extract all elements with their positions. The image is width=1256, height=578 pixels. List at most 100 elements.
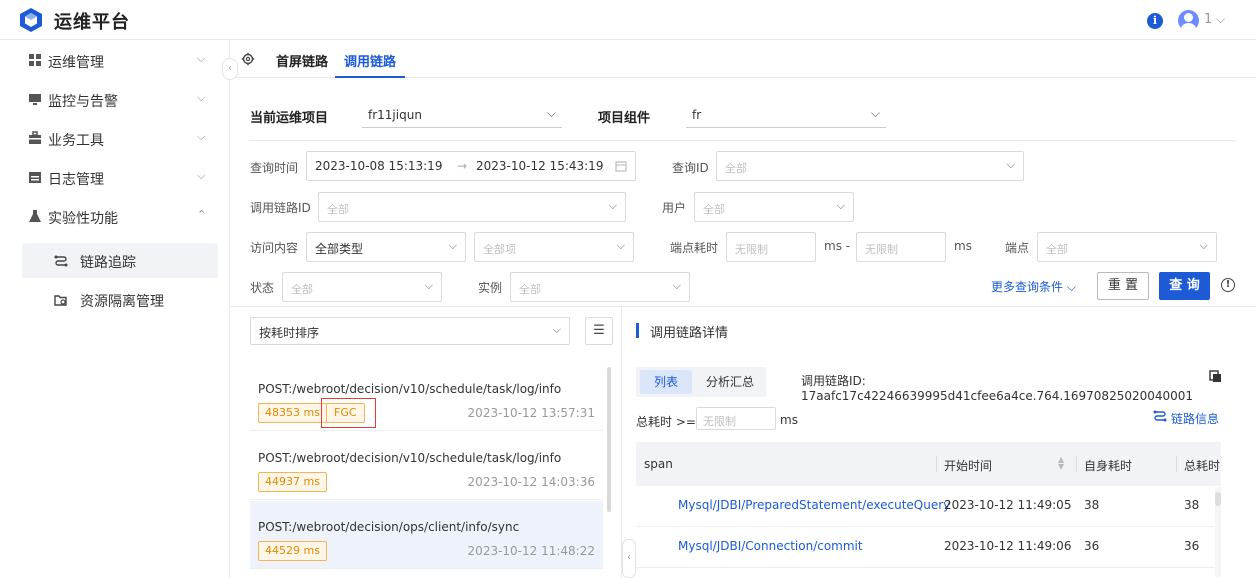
project-value: fr11jiqun: [368, 108, 422, 122]
list-item[interactable]: POST:/webroot/decision/v10/schedule/task…: [250, 432, 603, 500]
sort-order-button[interactable]: ☰: [585, 317, 613, 345]
placeholder: 全部: [703, 203, 725, 216]
endpoint-select[interactable]: 全部 ⌵: [1037, 232, 1217, 262]
chevron-down-icon[interactable]: ⌵: [1216, 12, 1225, 27]
table-row[interactable]: Mysql/JDBI/Connection/commit 2023-10-12 …: [636, 527, 1221, 568]
query-button[interactable]: 查 询: [1159, 272, 1210, 300]
active-tab-indicator: [335, 76, 405, 78]
list-scrollbar[interactable]: [607, 367, 611, 512]
ms-label: ms: [954, 239, 972, 253]
calendar-icon: [29, 172, 41, 183]
total-cost-cell: 36: [1184, 539, 1200, 553]
column-header-total: 总耗时: [1184, 459, 1221, 473]
span-table: span 开始时间 ▲ ▼ 自身耗时 总耗时 Mysql/JDBI/Prepare…: [636, 442, 1221, 578]
sidebar-item-label: 实验性功能: [48, 211, 118, 227]
component-select[interactable]: fr ⌵: [686, 102, 886, 128]
gear-icon[interactable]: [241, 52, 255, 66]
help-icon[interactable]: !: [1221, 278, 1235, 292]
query-id-select[interactable]: 全部 ⌵: [716, 151, 1024, 181]
chevron-down-icon: ⌵: [424, 279, 433, 292]
link-info-button[interactable]: 链路信息: [1171, 410, 1219, 427]
info-icon[interactable]: i: [1147, 13, 1163, 29]
request-time: 2023-10-12 14:03:36: [467, 475, 595, 489]
route-icon[interactable]: [1153, 409, 1167, 423]
sidebar: 运维管理 ⌵ 监控与告警 ⌵ 业务工具 ⌵ 日志管理 ⌵ 实验性功能 ⌃ 链路追…: [0, 40, 230, 578]
status-label: 状态: [250, 281, 275, 295]
user-count: 1: [1204, 12, 1213, 27]
placeholder: 无限制: [703, 415, 736, 428]
column-header-self: 自身耗时: [1084, 459, 1133, 473]
logo-cube-icon: [20, 8, 42, 32]
view-switch: 列表 分析汇总: [636, 367, 766, 397]
chevron-up-icon: ⌃: [197, 208, 207, 221]
trace-id-select[interactable]: 全部 ⌵: [318, 192, 626, 222]
access-type-select[interactable]: 全部类型 ⌵: [306, 232, 466, 262]
sidebar-subitem-trace[interactable]: 链路追踪: [22, 243, 218, 278]
instance-select[interactable]: 全部 ⌵: [510, 272, 690, 302]
column-divider: [1176, 456, 1177, 472]
trace-id-text: 调用链路ID: 17aafc17c42246639995d41cfee6a4ce…: [801, 374, 1194, 403]
status-select[interactable]: 全部 ⌵: [282, 272, 442, 302]
endpoint-cost-label: 端点耗时: [670, 241, 719, 255]
access-label: 访问内容: [250, 241, 299, 255]
grid-icon: [29, 54, 41, 66]
monitor-icon: [29, 94, 41, 105]
total-cost-input[interactable]: 无限制: [696, 407, 776, 430]
time-end: 2023-10-12 15:43:19: [476, 159, 604, 173]
chevron-down-icon: ⌵: [546, 106, 556, 120]
list-item[interactable]: POST:/webroot/decision/v10/schedule/task…: [250, 363, 603, 431]
span-link[interactable]: Mysql/JDBI/PreparedStatement/executeQuer…: [678, 498, 950, 512]
tab-call-trace[interactable]: 调用链路: [344, 51, 396, 70]
arrow-right-icon: →: [457, 159, 468, 173]
copy-icon[interactable]: [1209, 370, 1222, 383]
total-cost-label: 总耗时 >=: [636, 415, 696, 429]
calendar-icon: [615, 161, 627, 172]
reset-button[interactable]: 重 置: [1097, 272, 1149, 300]
component-label: 项目组件: [598, 111, 651, 126]
column-header-start[interactable]: 开始时间: [944, 457, 992, 474]
time-range-picker[interactable]: 2023-10-08 15:13:19 → 2023-10-12 15:43:1…: [306, 151, 636, 181]
user-select[interactable]: 全部 ⌵: [694, 192, 854, 222]
access-type-value: 全部类型: [315, 242, 364, 256]
endpoint-cost-min-input[interactable]: 无限制: [726, 232, 816, 262]
more-filters-link[interactable]: 更多查询条件 ⌵: [991, 278, 1076, 295]
start-time-cell: 2023-10-12 11:49:06: [944, 539, 1072, 553]
divider: [621, 307, 622, 578]
total-cost-cell: 38: [1184, 498, 1200, 512]
access-item-select[interactable]: 全部项 ⌵: [474, 232, 634, 262]
placeholder: 全部: [519, 283, 541, 296]
sort-value: 按耗时排序: [259, 326, 320, 340]
chevron-down-icon: ⌵: [616, 239, 625, 252]
panel-collapse-button[interactable]: ‹: [622, 539, 636, 578]
tab-summary[interactable]: 分析汇总: [706, 373, 754, 390]
project-select[interactable]: fr11jiqun ⌵: [362, 102, 562, 128]
flask-icon: [29, 210, 41, 222]
sort-select[interactable]: 按耗时排序 ⌵: [250, 317, 570, 345]
sidebar-item-experimental[interactable]: 实验性功能 ⌃: [0, 197, 230, 236]
sidebar-subitem-resource-isolation[interactable]: 资源隔离管理: [22, 282, 218, 317]
span-link[interactable]: Mysql/JDBI/Connection/commit: [678, 539, 863, 553]
divider: [249, 140, 1236, 141]
time-start: 2023-10-08 15:13:19: [315, 159, 443, 173]
sidebar-item-ops[interactable]: 运维管理 ⌵: [0, 41, 230, 80]
self-cost-cell: 38: [1084, 498, 1100, 512]
endpoint-cost-max-input[interactable]: 无限制: [856, 232, 946, 262]
detail-title: 调用链路详情: [650, 326, 729, 341]
table-scrollbar[interactable]: [1215, 487, 1221, 577]
table-row[interactable]: Mysql/JDBI/PreparedStatement/executeQuer…: [636, 486, 1221, 527]
chevron-down-icon: ⌵: [672, 279, 681, 292]
user-label: 用户: [662, 201, 687, 215]
sort-icon[interactable]: ▲ ▼: [1058, 456, 1064, 471]
toolbox-icon: [29, 131, 41, 144]
tab-list[interactable]: 列表: [640, 370, 692, 394]
sidebar-item-tools[interactable]: 业务工具 ⌵: [0, 119, 230, 158]
sidebar-item-logs[interactable]: 日志管理 ⌵: [0, 158, 230, 197]
app-title: 运维平台: [54, 12, 130, 33]
placeholder: 无限制: [865, 243, 898, 256]
main-content: 当前运维项目 fr11jiqun ⌵ 项目组件 fr ⌵ 查询时间 2023-1…: [231, 79, 1256, 578]
sidebar-item-monitor[interactable]: 监控与告警 ⌵: [0, 80, 230, 119]
list-item[interactable]: POST:/webroot/decision/ops/client/info/s…: [250, 501, 603, 569]
avatar[interactable]: [1178, 10, 1199, 31]
sidebar-collapse-button[interactable]: ‹: [222, 58, 238, 80]
tab-first-screen-trace[interactable]: 首屏链路: [276, 51, 328, 70]
